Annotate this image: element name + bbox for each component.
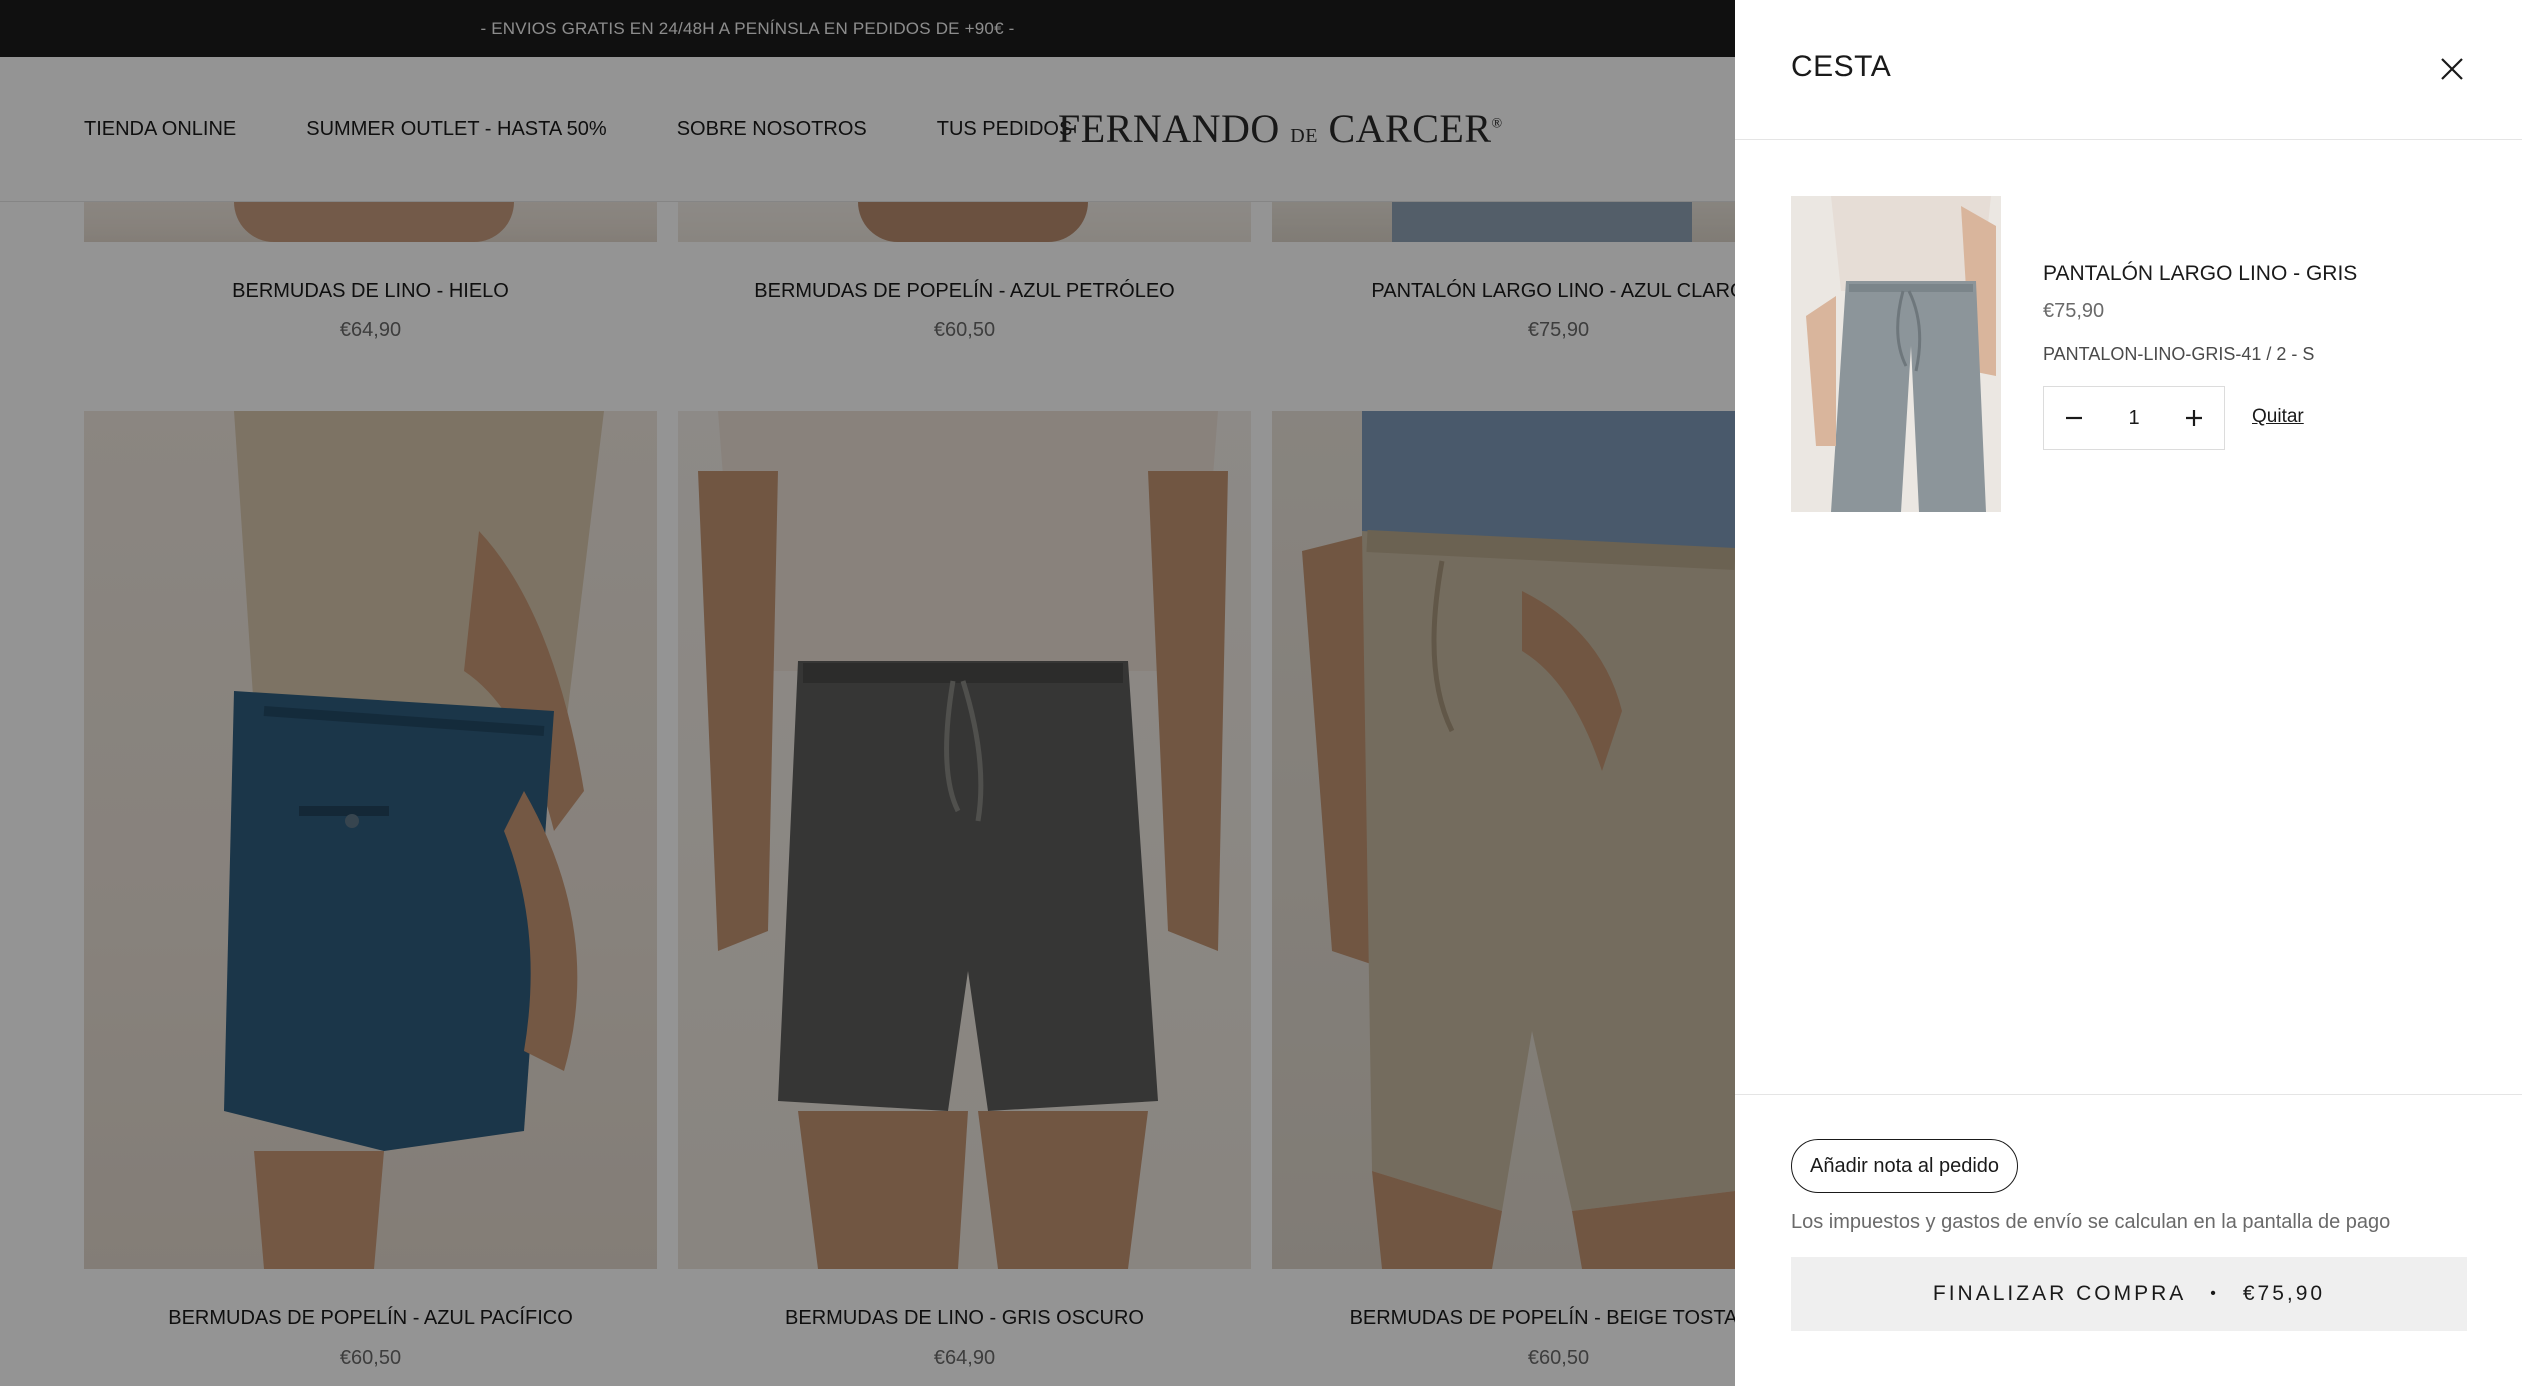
checkout-total: €75,90 (2242, 1282, 2326, 1305)
cart-drawer-header: CESTA (1735, 0, 2522, 140)
remove-item-link[interactable]: Quitar (2252, 406, 2304, 428)
checkout-separator: • (2210, 1285, 2219, 1302)
cart-item-variant: PANTALON-LINO-GRIS-41 / 2 - S (2043, 344, 2315, 364)
checkout-button[interactable]: FINALIZAR COMPRA • €75,90 (1791, 1257, 2467, 1331)
plus-icon[interactable] (2164, 387, 2224, 449)
add-order-note-button[interactable]: Añadir nota al pedido (1791, 1139, 2019, 1193)
cart-drawer: CESTA PANTALÓN LARGO LINO - GRIS €75,90 … (1735, 0, 2522, 1386)
cart-item-price: €75,90 (2043, 300, 2105, 322)
cart-footer: Añadir nota al pedido Los impuestos y ga… (1735, 1094, 2522, 1386)
minus-icon[interactable] (2044, 387, 2104, 449)
cart-line-item: PANTALÓN LARGO LINO - GRIS €75,90 PANTAL… (1791, 196, 2471, 512)
cart-item-name[interactable]: PANTALÓN LARGO LINO - GRIS (2043, 262, 2357, 286)
quantity-stepper: 1 (2043, 386, 2225, 450)
cart-title: CESTA (1791, 50, 1892, 83)
quantity-value[interactable]: 1 (2128, 407, 2139, 430)
close-icon[interactable] (2435, 52, 2469, 86)
cart-item-image[interactable] (1791, 196, 2001, 512)
tax-shipping-note: Los impuestos y gastos de envío se calcu… (1791, 1211, 2391, 1233)
checkout-label: FINALIZAR COMPRA (1932, 1282, 2187, 1305)
